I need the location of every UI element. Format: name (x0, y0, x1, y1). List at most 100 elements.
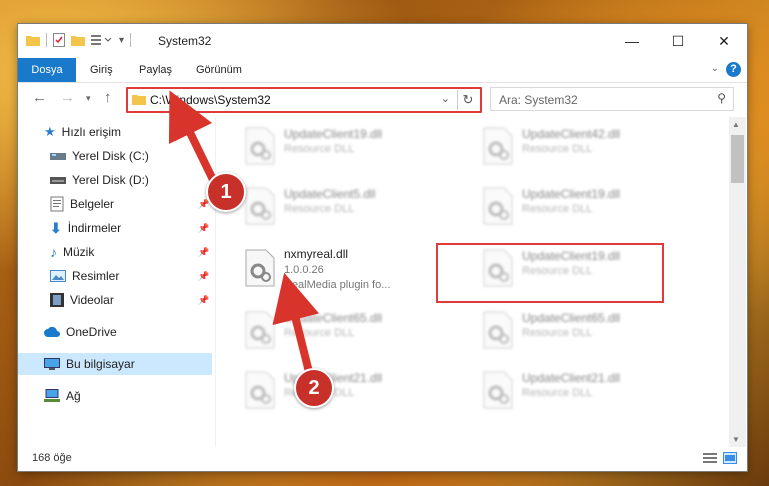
sidebar-item-label: Hızlı erişim (61, 125, 121, 139)
window-title: System32 (158, 34, 212, 48)
tab-share[interactable]: Paylaş (139, 58, 172, 82)
file-item[interactable]: UpdateClient21.dllResource DLL (244, 367, 464, 423)
sidebar-item-local-disk-c[interactable]: Yerel Disk (C:) (50, 145, 149, 167)
quick-access-toolbar: ▾ (26, 33, 132, 47)
dll-file-icon (482, 311, 514, 349)
sidebar-item-local-disk-d[interactable]: Yerel Disk (D:) (50, 169, 149, 191)
properties-icon[interactable] (53, 33, 65, 47)
drive-icon (50, 177, 66, 184)
sidebar-item-label: Yerel Disk (D:) (72, 173, 149, 187)
pin-icon[interactable]: 📌 (198, 295, 209, 306)
file-name: UpdateClient65.dll (284, 311, 383, 325)
ribbon-expand-icon[interactable]: ⌄ (711, 63, 719, 74)
sidebar-item-downloads[interactable]: ⬇ İndirmeler (50, 217, 121, 239)
cloud-icon (44, 327, 60, 337)
dll-file-icon (482, 127, 514, 165)
item-count: 168 öğe (32, 452, 72, 464)
ribbon: Dosya Giriş Paylaş Görünüm ⌄ ? (18, 58, 747, 83)
tiles-view-icon[interactable] (723, 452, 737, 464)
minimize-button[interactable]: — (609, 24, 655, 58)
music-icon: ♪ (50, 244, 57, 260)
drive-icon (50, 153, 66, 160)
pictures-icon (50, 270, 66, 282)
dll-file-icon (244, 311, 276, 349)
forward-arrow-icon[interactable]: → (60, 89, 75, 106)
sidebar-item-label: Videolar (70, 293, 114, 307)
vertical-scrollbar[interactable]: ▲ ▼ (729, 117, 746, 447)
scroll-thumb[interactable] (731, 135, 744, 183)
file-name: nxmyreal.dll (284, 247, 349, 261)
back-arrow-icon[interactable]: ← (32, 89, 47, 106)
window-controls: — ☐ ✕ (609, 24, 747, 58)
view-switcher (703, 452, 737, 464)
search-box[interactable]: Ara: System32 ⚲ (490, 87, 734, 111)
sidebar-item-music[interactable]: ♪ Müzik (50, 241, 94, 263)
sidebar-item-this-pc[interactable]: Bu bilgisayar (18, 353, 212, 375)
sidebar-item-onedrive[interactable]: OneDrive (44, 321, 117, 343)
refresh-icon[interactable]: ↻ (457, 90, 478, 110)
file-name: UpdateClient65.dll (522, 311, 621, 325)
sidebar-item-network[interactable]: Ağ (44, 385, 81, 407)
navigation-pane: ★ Hızlı erişim Yerel Disk (C:) Yerel Dis… (18, 117, 212, 445)
dll-file-icon (244, 371, 276, 409)
file-item[interactable]: UpdateClient19.dll Resource DLL (482, 183, 702, 239)
file-description: Resource DLL (284, 203, 355, 215)
file-item-selected[interactable]: nxmyreal.dll 1.0.0.26 RealMedia plugin fo.… (244, 245, 464, 301)
file-item[interactable]: UpdateClient42.dll Resource DLL (482, 123, 702, 179)
dll-file-icon (244, 187, 276, 225)
pin-icon[interactable]: 📌 (198, 271, 209, 282)
file-description: Resource DLL (522, 327, 593, 339)
explorer-window: ▾ System32 — ☐ ✕ Dosya Giriş Paylaş Görü… (18, 24, 747, 471)
search-placeholder: Ara: System32 (499, 93, 578, 107)
file-item[interactable]: UpdateClient19.dll Resource DLL (244, 123, 464, 179)
tab-home[interactable]: Giriş (90, 58, 113, 82)
scroll-down-icon[interactable]: ▼ (732, 435, 740, 444)
title-bar: ▾ System32 — ☐ ✕ (18, 24, 747, 58)
sidebar-item-label: Yerel Disk (C:) (72, 149, 149, 163)
sidebar-item-label: Bu bilgisayar (66, 357, 135, 371)
search-icon[interactable]: ⚲ (717, 91, 726, 105)
toolbar-divider (46, 33, 47, 47)
qat-dropdown-icon[interactable]: ▾ (119, 35, 124, 46)
pin-icon[interactable]: 📌 (198, 247, 209, 258)
tab-view[interactable]: Görünüm (196, 58, 242, 82)
sidebar-item-quick-access[interactable]: ★ Hızlı erişim (44, 121, 121, 143)
file-item[interactable]: UpdateClient21.dllResource DLL (482, 367, 702, 423)
file-description: RealMedia plugin fo... (284, 279, 391, 291)
navigation-bar: ← → ▾ ↑ C:\Windows\System32 ⌄ ↻ Ara: Sys… (18, 83, 747, 115)
file-description: Resource DLL (522, 143, 593, 155)
documents-icon (50, 196, 64, 212)
sidebar-item-pictures[interactable]: Resimler (50, 265, 119, 287)
file-list: UpdateClient19.dll Resource DLL UpdateCli… (216, 117, 729, 445)
file-description: Resource DLL (284, 143, 355, 155)
scroll-up-icon[interactable]: ▲ (732, 120, 740, 129)
address-dropdown-icon[interactable]: ⌄ (441, 92, 450, 105)
sidebar-item-documents[interactable]: Belgeler (50, 193, 114, 215)
file-item[interactable]: UpdateClient65.dll Resource DLL (482, 307, 702, 363)
details-view-icon[interactable] (703, 452, 717, 464)
toolbar-divider (130, 33, 132, 47)
step-callout-2: 2 (294, 368, 334, 408)
pin-icon[interactable]: 📌 (198, 223, 209, 234)
file-item[interactable]: UpdateClient65.dll Resource DLL (244, 307, 464, 363)
file-name: UpdateClient5.dll (284, 187, 376, 201)
file-name: UpdateClient19.dll (522, 187, 621, 201)
customize-toolbar-icon[interactable] (91, 34, 113, 46)
new-folder-icon[interactable] (71, 34, 85, 46)
file-name: UpdateClient21.dll (522, 371, 621, 385)
up-arrow-icon[interactable]: ↑ (104, 89, 112, 106)
dll-file-icon (244, 127, 276, 165)
dll-file-icon (244, 249, 276, 287)
recent-locations-icon[interactable]: ▾ (86, 93, 91, 104)
download-icon: ⬇ (50, 219, 62, 236)
sidebar-item-label: Ağ (66, 389, 81, 403)
sidebar-item-label: Resimler (72, 269, 120, 283)
address-bar[interactable]: C:\Windows\System32 ⌄ ↻ (126, 87, 482, 113)
maximize-button[interactable]: ☐ (655, 24, 701, 58)
tab-file[interactable]: Dosya (18, 58, 76, 82)
file-item[interactable]: UpdateClient5.dll Resource DLL (244, 183, 464, 239)
close-button[interactable]: ✕ (701, 24, 747, 58)
help-icon[interactable]: ? (726, 62, 741, 77)
sidebar-item-videos[interactable]: Videolar (50, 289, 114, 311)
sidebar-item-label: Belgeler (70, 197, 115, 211)
